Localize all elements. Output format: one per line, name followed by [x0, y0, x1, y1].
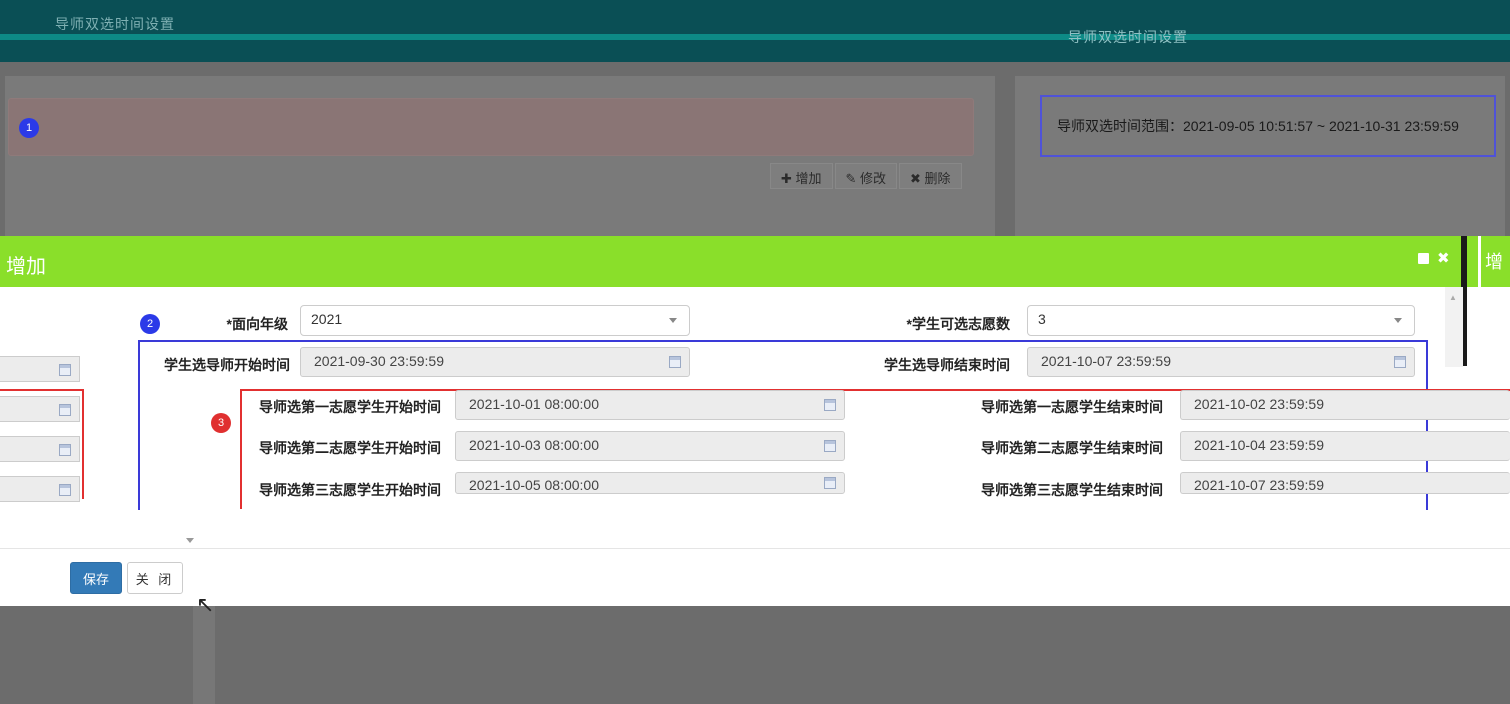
round3-end-input[interactable]: 2021-10-07 23:59:59 — [1180, 472, 1510, 494]
round2-end-value: 2021-10-04 23:59:59 — [1194, 437, 1324, 453]
round3-end-label: 导师选第三志愿学生结束时间 — [981, 482, 1163, 498]
dialog-scrollbar[interactable]: ▲ — [1445, 287, 1463, 367]
student-end-input[interactable]: 2021-10-07 23:59:59 — [1027, 347, 1415, 377]
background-toolbar: ✚ 增加 ✎ 修改 ✖ 删除 — [770, 163, 962, 189]
calendar-icon[interactable] — [824, 440, 836, 452]
annotation-badge-2: 2 — [140, 314, 160, 334]
dialog-tools: ✖ — [1418, 251, 1450, 266]
calendar-icon[interactable] — [59, 444, 71, 456]
choices-select[interactable]: 3 — [1027, 305, 1415, 336]
scroll-up-icon[interactable]: ▲ — [1449, 293, 1457, 302]
background-page-title: 导师双选时间设置 — [55, 16, 175, 32]
student-end-label: 学生选导师结束时间 — [884, 357, 1010, 373]
maximize-icon[interactable] — [1418, 253, 1429, 264]
time-range-info: 导师双选时间范围：2021-09-05 10:51:57 ~ 2021-10-3… — [1040, 95, 1496, 157]
close-button[interactable]: 关 闭 — [127, 562, 183, 594]
round3-start-value: 2021-10-05 08:00:00 — [469, 477, 599, 493]
annotation-badge-1: 1 — [19, 118, 39, 138]
topbar-strip — [0, 34, 1510, 40]
close-icon[interactable]: ✖ — [1437, 251, 1450, 266]
left-input-stub[interactable] — [0, 356, 80, 382]
round1-end-label: 导师选第一志愿学生结束时间 — [981, 399, 1163, 415]
round1-start-label: 导师选第一志愿学生开始时间 — [259, 399, 441, 415]
round3-end-value: 2021-10-07 23:59:59 — [1194, 477, 1324, 493]
background-right-title: 导师双选时间设置 — [1068, 29, 1188, 45]
background-alert: 1 — [8, 98, 974, 156]
student-start-value: 2021-09-30 23:59:59 — [314, 353, 444, 369]
edit-button[interactable]: ✎ 修改 — [834, 163, 898, 189]
calendar-icon[interactable] — [824, 477, 836, 489]
round3-start-label: 导师选第三志愿学生开始时间 — [259, 482, 441, 498]
calendar-icon[interactable] — [824, 399, 836, 411]
calendar-icon[interactable] — [59, 364, 71, 376]
save-button[interactable]: 保存 — [70, 562, 122, 594]
add-button[interactable]: ✚ 增加 — [770, 163, 833, 189]
round2-end-input[interactable]: 2021-10-04 23:59:59 — [1180, 431, 1510, 461]
dialog-header: 增加 ✖ — [0, 236, 1500, 287]
round1-end-input[interactable]: 2021-10-02 23:59:59 — [1180, 390, 1510, 420]
chevron-down-icon — [186, 538, 194, 543]
left-input-stub[interactable] — [0, 476, 80, 502]
round1-start-input[interactable]: 2021-10-01 08:00:00 — [455, 390, 845, 420]
left-input-stub[interactable] — [0, 436, 80, 462]
chevron-down-icon — [1394, 318, 1402, 323]
round2-end-label: 导师选第二志愿学生结束时间 — [981, 440, 1163, 456]
round1-start-value: 2021-10-01 08:00:00 — [469, 396, 599, 412]
chevron-down-icon — [669, 318, 677, 323]
choices-value: 3 — [1038, 311, 1046, 327]
dialog-side-tab[interactable]: 增 — [1478, 236, 1510, 287]
mouse-cursor-icon: ↖ — [196, 592, 215, 617]
student-start-label: 学生选导师开始时间 — [164, 357, 290, 373]
student-end-value: 2021-10-07 23:59:59 — [1041, 353, 1171, 369]
grade-select[interactable]: 2021 — [300, 305, 690, 336]
round3-start-input[interactable]: 2021-10-05 08:00:00 — [455, 472, 845, 494]
round2-start-label: 导师选第二志愿学生开始时间 — [259, 440, 441, 456]
grade-label: *面向年级 — [226, 316, 288, 332]
left-input-stub[interactable] — [0, 396, 80, 422]
round2-start-value: 2021-10-03 08:00:00 — [469, 437, 599, 453]
dialog-title: 增加 — [6, 256, 46, 278]
calendar-icon[interactable] — [1394, 356, 1406, 368]
round2-start-input[interactable]: 2021-10-03 08:00:00 — [455, 431, 845, 461]
dialog-footer-divider — [0, 548, 1510, 549]
grade-value: 2021 — [311, 311, 343, 327]
calendar-icon[interactable] — [59, 404, 71, 416]
annotation-badge-3: 3 — [211, 413, 231, 433]
round1-end-value: 2021-10-02 23:59:59 — [1194, 396, 1324, 412]
background-topbar: 导师双选时间设置 导师双选时间设置 — [0, 0, 1510, 62]
calendar-icon[interactable] — [59, 484, 71, 496]
delete-button[interactable]: ✖ 删除 — [899, 163, 962, 189]
choices-label: *学生可选志愿数 — [906, 316, 1010, 332]
student-start-input[interactable]: 2021-09-30 23:59:59 — [300, 347, 690, 377]
calendar-icon[interactable] — [669, 356, 681, 368]
